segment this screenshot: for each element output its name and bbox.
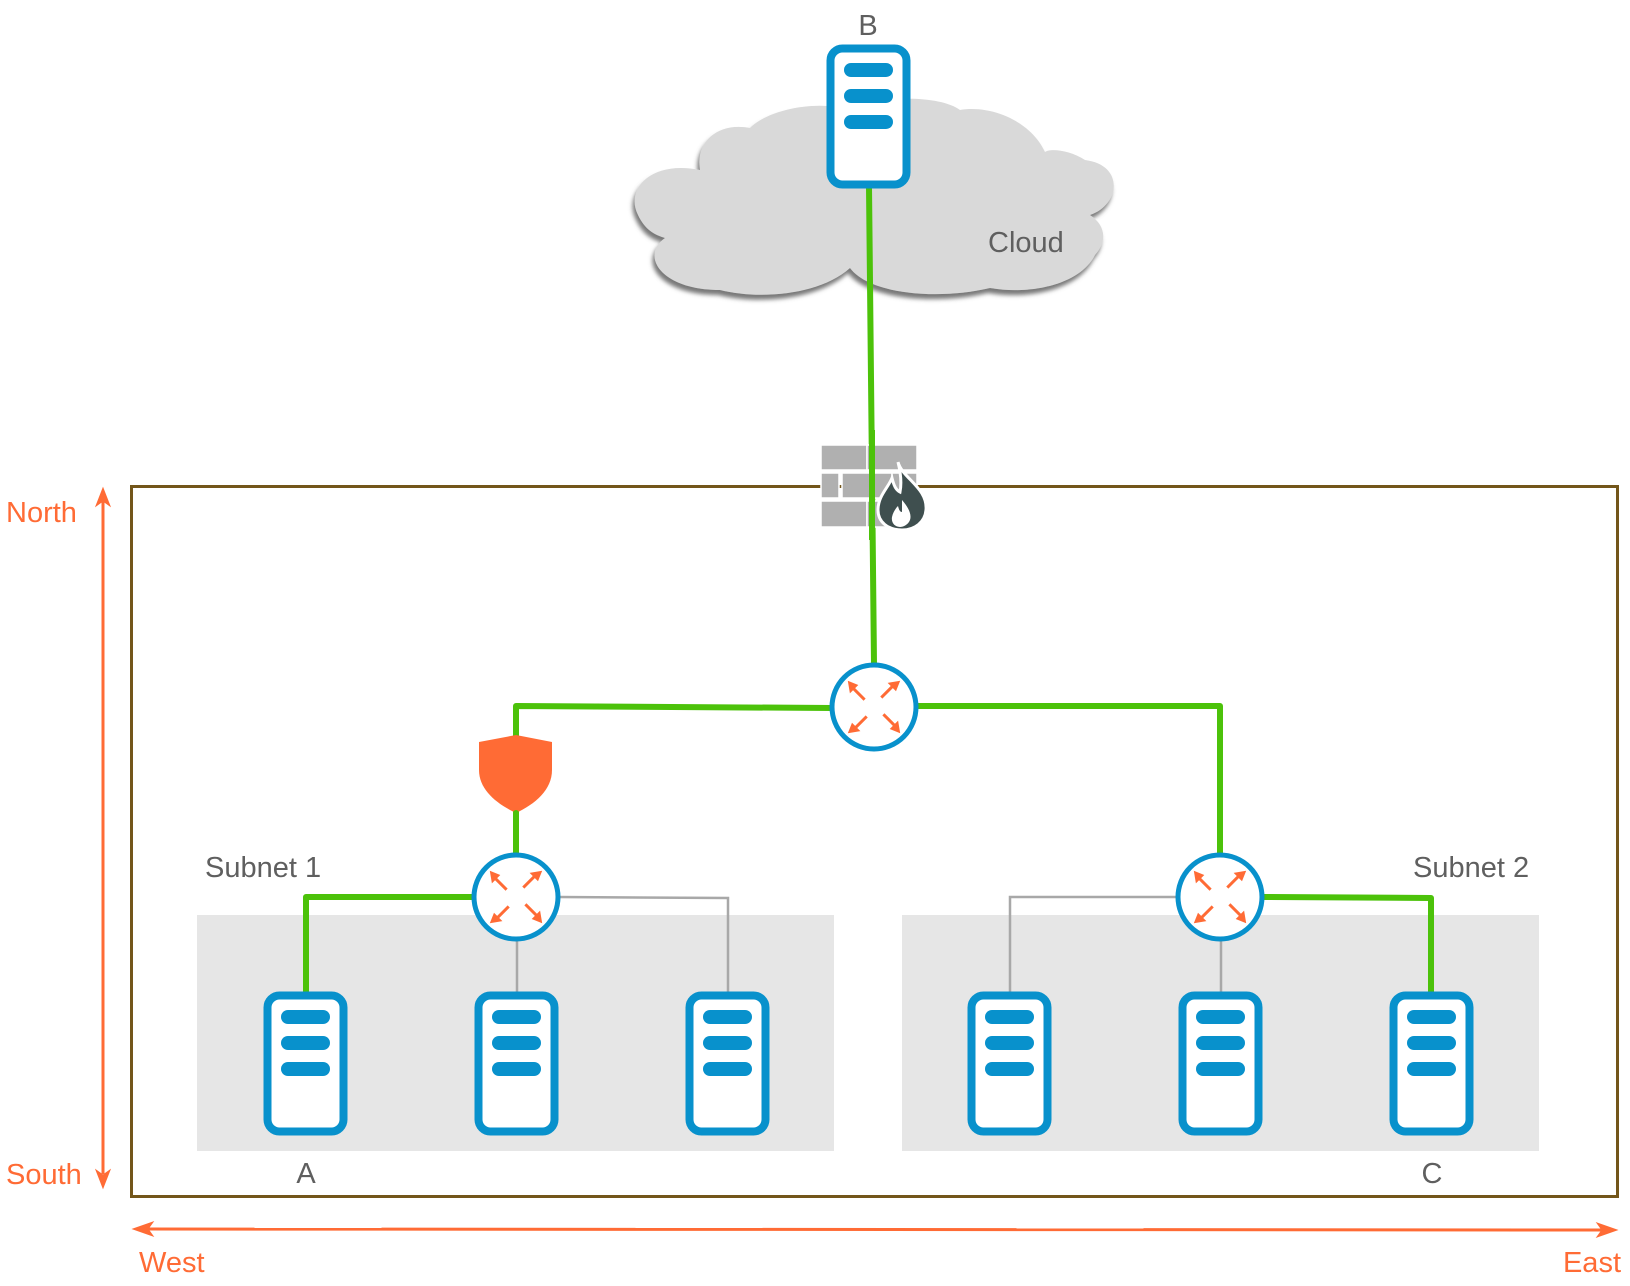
north-label: North — [6, 497, 77, 529]
server-a-label: A — [296, 1158, 316, 1190]
server-icon — [479, 996, 555, 1132]
server-icon — [1394, 996, 1470, 1132]
west-east-axis — [131, 1221, 1619, 1238]
link-core-router-to-subnet1 — [513, 703, 835, 858]
server-icon — [972, 996, 1048, 1132]
subnet1-router[interactable] — [474, 855, 558, 939]
east-label: East — [1563, 1247, 1621, 1279]
server-icon — [831, 49, 907, 185]
shield-icon — [479, 735, 552, 813]
north-south-axis — [94, 486, 112, 1190]
subnet2-server-1[interactable] — [972, 996, 1048, 1132]
subnet-2-label: Subnet 2 — [1413, 852, 1529, 884]
subnet2-server-2[interactable] — [1183, 996, 1259, 1132]
south-label: South — [6, 1159, 82, 1191]
subnet1-server-2[interactable] — [479, 996, 555, 1132]
subnet-1-label: Subnet 1 — [205, 852, 321, 884]
server-c[interactable] — [1394, 996, 1470, 1132]
router-icon — [474, 855, 558, 939]
network-diagram: Cloud B A C Subnet 1 Subnet 2 North Sout… — [6, 10, 1621, 1279]
router-icon — [832, 665, 916, 749]
router-icon — [1178, 855, 1262, 939]
server-icon — [690, 996, 766, 1132]
server-c-label: C — [1422, 1158, 1443, 1190]
server-a[interactable] — [268, 996, 344, 1132]
server-b[interactable] — [831, 49, 907, 185]
subnet1-server-3[interactable] — [690, 996, 766, 1132]
server-icon — [268, 996, 344, 1132]
firewall-icon — [820, 430, 928, 540]
west-label: West — [139, 1247, 205, 1279]
server-icon — [1183, 996, 1259, 1132]
server-b-label: B — [858, 10, 877, 42]
core-router[interactable] — [832, 665, 916, 749]
subnet2-router[interactable] — [1178, 855, 1262, 939]
link-core-router-to-subnet2 — [913, 703, 1223, 858]
cloud-label: Cloud — [988, 227, 1064, 259]
